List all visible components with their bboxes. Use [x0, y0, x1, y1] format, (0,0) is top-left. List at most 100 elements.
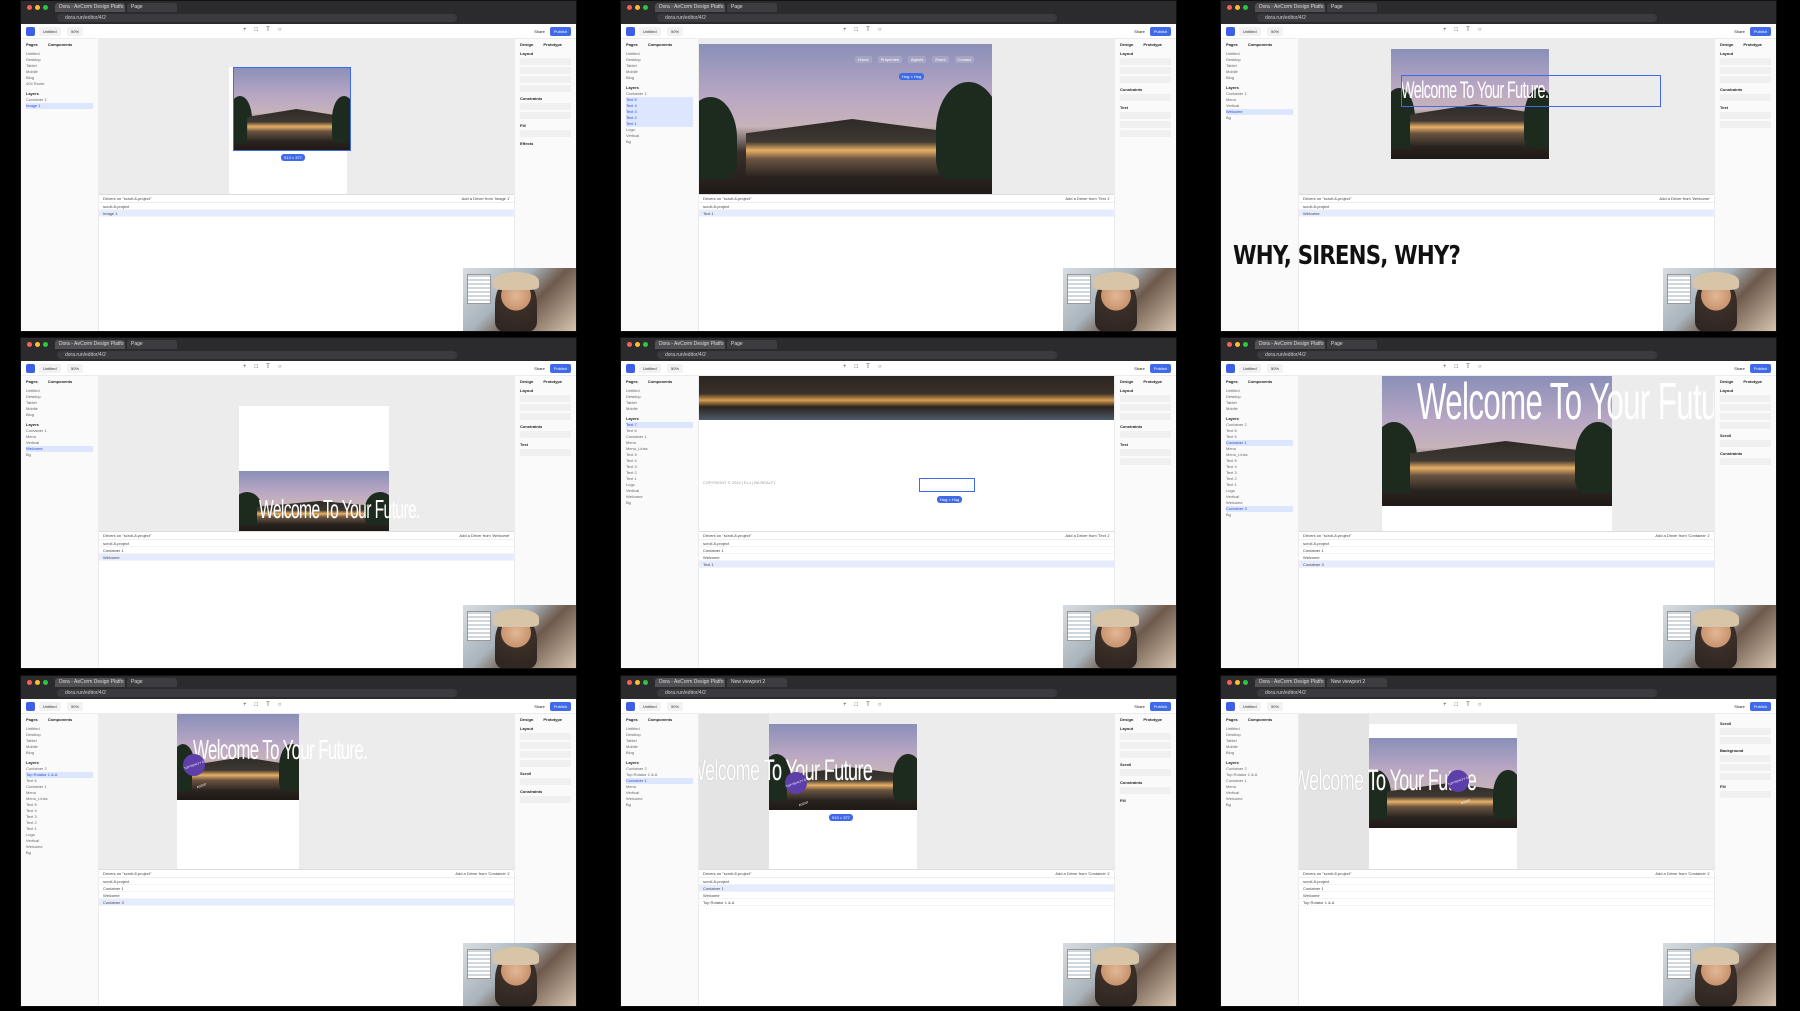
text-tool-icon[interactable]: T: [866, 27, 870, 33]
layer-item[interactable]: Bg: [1226, 115, 1293, 121]
add-driver-button[interactable]: Add a Driver from 'Container 1': [1055, 870, 1110, 877]
zoom-dot[interactable]: [43, 5, 48, 10]
minimize-dot[interactable]: [1235, 342, 1240, 347]
timeline-row[interactable]: scroll-8-project: [1299, 878, 1714, 885]
minimize-dot[interactable]: [35, 342, 40, 347]
timeline-row[interactable]: Container 3: [1299, 561, 1714, 568]
timeline-row[interactable]: scroll-8-project: [1299, 203, 1714, 210]
minimize-dot[interactable]: [635, 5, 640, 10]
design-canvas[interactable]: Home Properties Agents Event Contact Hug…: [699, 39, 1114, 194]
comment-icon[interactable]: ○: [278, 364, 282, 370]
field[interactable]: [520, 413, 571, 420]
browser-tab-page[interactable]: Page: [727, 3, 777, 12]
browser-tab-viewport[interactable]: New viewport 2: [727, 678, 787, 687]
field[interactable]: [1720, 58, 1771, 65]
share-button[interactable]: Share: [1134, 366, 1145, 371]
field[interactable]: [520, 103, 571, 110]
timeline-row[interactable]: scroll-8-project: [99, 878, 514, 885]
field[interactable]: [1720, 764, 1771, 771]
close-dot[interactable]: [627, 342, 632, 347]
frame-icon[interactable]: □: [855, 27, 859, 33]
zoom-chip[interactable]: 50%: [667, 364, 684, 373]
text-tool-icon[interactable]: T: [866, 364, 870, 370]
close-dot[interactable]: [1227, 680, 1232, 685]
tab-components[interactable]: Components: [1248, 379, 1272, 384]
field[interactable]: [520, 778, 571, 785]
timeline-row[interactable]: scroll-8-project: [699, 540, 1114, 547]
frame-icon[interactable]: □: [255, 702, 259, 708]
field[interactable]: [1120, 395, 1171, 402]
add-driver-button[interactable]: Add a Driver from 'Text 1': [1065, 195, 1110, 202]
share-button[interactable]: Share: [534, 366, 545, 371]
app-logo-icon[interactable]: [626, 364, 635, 373]
field[interactable]: [520, 130, 571, 137]
add-icon[interactable]: +: [843, 702, 847, 708]
timeline-row[interactable]: scroll-8-project: [99, 203, 514, 210]
comment-icon[interactable]: ○: [278, 702, 282, 708]
tab-prototype[interactable]: Prototype: [543, 379, 562, 384]
add-icon[interactable]: +: [243, 27, 247, 33]
field[interactable]: [1720, 791, 1771, 798]
tab-prototype[interactable]: Prototype: [1743, 379, 1762, 384]
tab-pages[interactable]: Pages: [1226, 42, 1238, 47]
design-canvas[interactable]: Welcome To Your Future.: [99, 376, 514, 531]
add-driver-button[interactable]: Add a Driver from 'Container 1': [1655, 870, 1710, 877]
tab-design[interactable]: Design: [1720, 379, 1733, 384]
address-bar[interactable]: dora.run/editor/4/2: [657, 351, 1057, 359]
timeline-row[interactable]: Welcome: [699, 892, 1114, 899]
field[interactable]: [1720, 112, 1771, 119]
field[interactable]: [520, 431, 571, 438]
share-button[interactable]: Share: [1134, 704, 1145, 709]
add-icon[interactable]: +: [1443, 702, 1447, 708]
browser-tab[interactable]: Dora - AeCorm Design Platfo: [55, 340, 125, 349]
frame-icon[interactable]: □: [855, 364, 859, 370]
tab-pages[interactable]: Pages: [1226, 379, 1238, 384]
zoom-chip[interactable]: 50%: [67, 364, 84, 373]
browser-tab-page[interactable]: Page: [127, 678, 177, 687]
tab-pages[interactable]: Pages: [626, 379, 638, 384]
nav-link[interactable]: Properties: [877, 56, 902, 63]
zoom-chip[interactable]: 50%: [667, 27, 684, 36]
zoom-chip[interactable]: 50%: [1267, 364, 1284, 373]
file-chip[interactable]: Untitled: [39, 364, 61, 373]
file-chip[interactable]: Untitled: [39, 27, 61, 36]
layer-item[interactable]: Bg: [26, 452, 93, 458]
zoom-dot[interactable]: [643, 342, 648, 347]
app-logo-icon[interactable]: [26, 27, 35, 36]
share-button[interactable]: Share: [534, 704, 545, 709]
publish-button[interactable]: Publish: [1149, 27, 1171, 36]
publish-button[interactable]: Publish: [1749, 364, 1771, 373]
share-button[interactable]: Share: [534, 29, 545, 34]
timeline-row[interactable]: scroll-8-project: [99, 540, 514, 547]
browser-tab[interactable]: Dora - AeCorm Design Platfo: [55, 678, 125, 687]
layer-item[interactable]: Bg: [1226, 802, 1293, 808]
publish-button[interactable]: Publish: [1149, 702, 1171, 711]
browser-tab[interactable]: Dora - AeCorm Design Platfo: [655, 678, 725, 687]
tab-design[interactable]: Design: [1120, 379, 1133, 384]
zoom-chip[interactable]: 50%: [67, 702, 84, 711]
timeline-row[interactable]: Welcome: [99, 892, 514, 899]
field[interactable]: [1120, 458, 1171, 465]
browser-tab-page[interactable]: Page: [1327, 3, 1377, 12]
field[interactable]: [1120, 431, 1171, 438]
timeline-row[interactable]: Container 1: [99, 547, 514, 554]
app-logo-icon[interactable]: [626, 702, 635, 711]
zoom-chip[interactable]: 50%: [1267, 27, 1284, 36]
zoom-dot[interactable]: [1243, 680, 1248, 685]
minimize-dot[interactable]: [35, 5, 40, 10]
tab-prototype[interactable]: Prototype: [1143, 42, 1162, 47]
field[interactable]: [520, 395, 571, 402]
browser-tab-page[interactable]: Page: [127, 340, 177, 349]
field[interactable]: [1720, 121, 1771, 128]
file-chip[interactable]: Untitled: [1239, 702, 1261, 711]
tab-components[interactable]: Components: [48, 42, 72, 47]
publish-button[interactable]: Publish: [549, 364, 571, 373]
tab-design[interactable]: Design: [520, 717, 533, 722]
add-driver-button[interactable]: Add a Driver from 'Container 1': [455, 870, 510, 877]
layer-item[interactable]: Bg: [1226, 512, 1293, 518]
tab-design[interactable]: Design: [520, 42, 533, 47]
tab-prototype[interactable]: Prototype: [543, 42, 562, 47]
field[interactable]: [1720, 395, 1771, 402]
timeline-row[interactable]: Welcome: [1299, 892, 1714, 899]
nav-link[interactable]: Event: [932, 56, 949, 63]
